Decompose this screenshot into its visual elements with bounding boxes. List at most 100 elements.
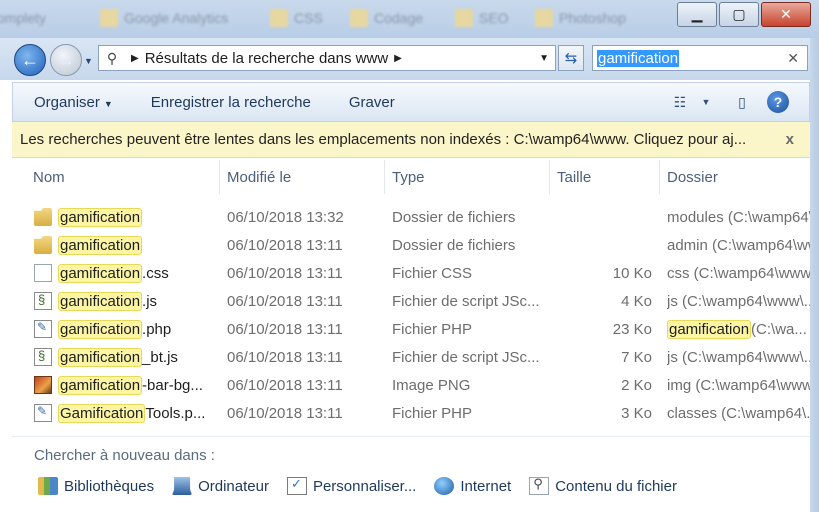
- file-name-cell[interactable]: gamification -bar-bg...: [34, 371, 220, 399]
- search-match-highlight: gamification: [58, 347, 143, 367]
- column-header-modified[interactable]: Modifié le: [219, 160, 385, 194]
- column-header-type[interactable]: Type: [384, 160, 550, 194]
- file-name-rest: .css: [142, 264, 169, 282]
- search-input[interactable]: gamification ✕: [592, 45, 808, 71]
- php-file-icon: [34, 320, 52, 338]
- background-tab-label: Photoshop: [559, 10, 626, 26]
- maximize-button[interactable]: ▢: [719, 2, 759, 27]
- background-tab: Google Analytics: [100, 7, 228, 29]
- search-computer-button[interactable]: Ordinateur: [172, 477, 269, 495]
- view-dropdown-icon[interactable]: ▼: [695, 92, 717, 112]
- option-label: Ordinateur: [198, 477, 269, 495]
- search-query[interactable]: gamification: [597, 49, 680, 67]
- js-file-icon: [34, 348, 52, 366]
- file-size: 7 Ko: [621, 348, 652, 366]
- file-date: 06/10/2018 13:11: [227, 292, 343, 310]
- file-size: 2 Ko: [621, 376, 652, 394]
- background-tab: SEO: [455, 7, 509, 29]
- chevron-down-icon: ▼: [103, 98, 113, 109]
- background-tab-label: complety: [0, 10, 47, 26]
- file-type: Fichier PHP: [392, 404, 473, 422]
- organize-menu[interactable]: Organiser ▼: [34, 94, 113, 111]
- forward-arrow-icon: →: [57, 49, 75, 70]
- file-size: 23 Ko: [612, 320, 652, 338]
- column-header-name[interactable]: Nom: [25, 160, 220, 194]
- minimize-button[interactable]: ▁: [677, 2, 717, 27]
- search-match-highlight: gamification: [58, 207, 143, 227]
- column-header-folder[interactable]: Dossier: [659, 160, 810, 194]
- file-name-cell[interactable]: gamification: [34, 203, 220, 231]
- table-row[interactable]: gamification 06/10/2018 13:32 Dossier de…: [12, 203, 810, 231]
- search-file-contents-button[interactable]: Contenu du fichier: [529, 476, 677, 495]
- refresh-button[interactable]: ⇆: [558, 45, 584, 71]
- close-button[interactable]: ✕: [761, 2, 811, 27]
- folder-icon: [100, 9, 118, 27]
- address-path[interactable]: Résultats de la recherche dans www: [145, 50, 388, 67]
- file-folder: gamification (C:\wa...: [667, 315, 810, 343]
- search-libraries-button[interactable]: Bibliothèques: [38, 477, 154, 495]
- column-header-label: Modifié le: [227, 168, 292, 186]
- table-row[interactable]: gamification.php 06/10/2018 13:11 Fichie…: [12, 315, 810, 343]
- file-date: 06/10/2018 13:11: [227, 264, 343, 282]
- file-folder: css (C:\wamp64\www\...: [667, 264, 810, 282]
- info-bar[interactable]: Les recherches peuvent être lentes dans …: [12, 122, 810, 158]
- file-name-cell[interactable]: gamification_bt.js: [34, 343, 220, 371]
- table-row[interactable]: GamificationTools.p... 06/10/2018 13:11 …: [12, 399, 810, 427]
- back-arrow-icon: ←: [21, 49, 39, 70]
- file-date: 06/10/2018 13:11: [227, 404, 343, 422]
- file-type: Fichier CSS: [392, 264, 473, 282]
- address-bar[interactable]: ⚲ ▶ Résultats de la recherche dans www ▶…: [98, 45, 556, 71]
- history-dropdown-icon[interactable]: ▼: [84, 56, 93, 66]
- computer-icon: [172, 477, 193, 495]
- column-header-label: Nom: [33, 168, 65, 186]
- file-name-cell[interactable]: gamification.php: [34, 315, 220, 343]
- table-row[interactable]: gamification -bar-bg... 06/10/2018 13:11 …: [12, 371, 810, 399]
- php-file-icon: [34, 404, 52, 422]
- table-row[interactable]: gamification 06/10/2018 13:11 Dossier de…: [12, 231, 810, 259]
- search-internet-button[interactable]: Internet: [434, 477, 511, 495]
- help-icon[interactable]: ?: [767, 91, 789, 113]
- libraries-icon: [38, 477, 58, 495]
- table-row[interactable]: gamification.js 06/10/2018 13:11 Fichier…: [12, 287, 810, 315]
- search-match-highlight: gamification: [58, 319, 143, 339]
- clear-search-icon[interactable]: ✕: [787, 50, 799, 67]
- column-headers: Nom Modifié le Type Taille Dossier: [12, 160, 810, 194]
- background-tab: Codage: [350, 7, 423, 29]
- background-tab: complety: [0, 7, 46, 29]
- file-folder: js (C:\wamp64\www\...: [667, 348, 810, 366]
- address-dropdown-icon[interactable]: ▼: [539, 53, 549, 64]
- file-size: [552, 203, 652, 231]
- file-folder: js (C:\wamp64\www\...: [667, 292, 810, 310]
- search-match-highlight: gamification: [58, 375, 143, 395]
- file-size: 3 Ko: [621, 404, 652, 422]
- info-bar-close-icon[interactable]: x: [786, 131, 794, 148]
- folder-icon: [34, 236, 52, 254]
- file-date: 06/10/2018 13:32: [227, 208, 344, 226]
- file-name-cell[interactable]: GamificationTools.p...: [34, 399, 220, 427]
- file-size: [552, 231, 652, 259]
- custom-location-icon: [286, 476, 307, 495]
- folder-icon: [34, 208, 52, 226]
- internet-icon: [434, 477, 455, 495]
- search-match-highlight: gamification: [58, 263, 143, 283]
- file-name-rest: -bar-bg...: [142, 376, 203, 394]
- view-details-icon[interactable]: ☷: [669, 92, 691, 112]
- back-button[interactable]: ←: [14, 44, 46, 76]
- search-custom-button[interactable]: Personnaliser...: [286, 476, 416, 495]
- file-date: 06/10/2018 13:11: [227, 376, 343, 394]
- organize-label: Organiser: [34, 93, 100, 111]
- preview-pane-icon[interactable]: ▯: [731, 92, 753, 112]
- column-header-size[interactable]: Taille: [549, 160, 660, 194]
- table-row[interactable]: gamification .css 06/10/2018 13:11 Fichie…: [12, 259, 810, 287]
- file-name-cell[interactable]: gamification: [34, 231, 220, 259]
- breadcrumb-arrow-icon[interactable]: ▶: [131, 53, 139, 64]
- file-name-cell[interactable]: gamification.js: [34, 287, 220, 315]
- table-row[interactable]: gamification_bt.js 06/10/2018 13:11 Fich…: [12, 343, 810, 371]
- save-search-button[interactable]: Enregistrer la recherche: [151, 94, 311, 111]
- file-type: Dossier de fichiers: [392, 208, 516, 226]
- refresh-icon: ⇆: [564, 50, 578, 67]
- breadcrumb-arrow-icon[interactable]: ▶: [394, 53, 402, 64]
- burn-button[interactable]: Graver: [349, 94, 395, 111]
- file-name-cell[interactable]: gamification .css: [34, 259, 220, 287]
- forward-button[interactable]: →: [50, 44, 82, 76]
